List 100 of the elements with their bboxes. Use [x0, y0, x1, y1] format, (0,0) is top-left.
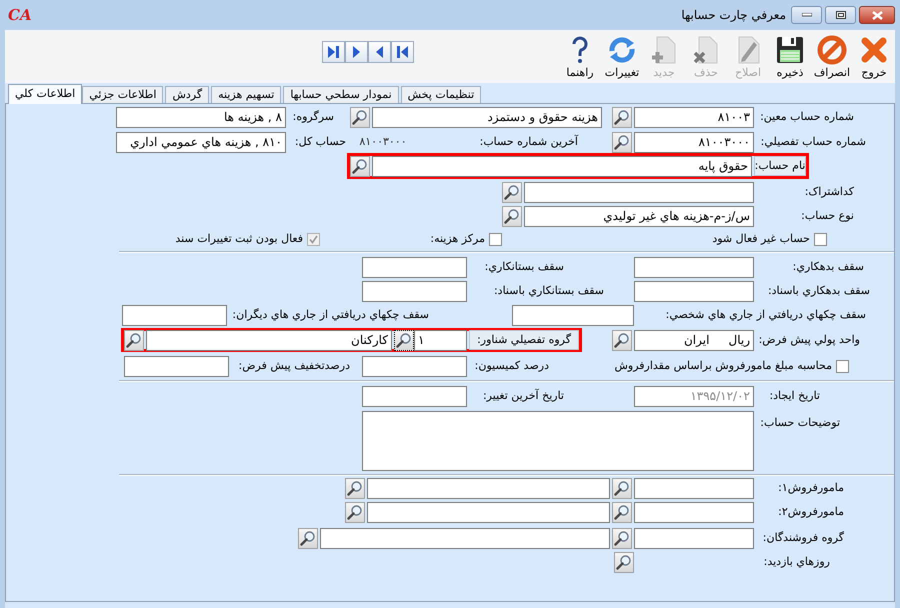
close-button[interactable]	[859, 6, 895, 24]
search-button[interactable]	[612, 502, 632, 522]
label-button[interactable]: نام حساب:	[754, 156, 806, 176]
input-field[interactable]	[362, 386, 467, 406]
search-button[interactable]	[612, 106, 632, 128]
search-button[interactable]	[612, 528, 632, 548]
toolbar-button[interactable]: تغييرات	[601, 30, 643, 83]
input-field[interactable]: ۸۱۰۰۳	[634, 106, 754, 128]
input-field[interactable]	[367, 478, 610, 498]
tab[interactable]: نمودار سطحي حسابها	[283, 86, 399, 103]
input-field[interactable]: س/ز-م-هزينه هاي غير توليدي	[524, 206, 754, 226]
field-label: مامورفروش۱:	[777, 480, 845, 496]
input-field[interactable]: ريال ايران	[634, 330, 754, 350]
toolbar-button[interactable]: خروج	[853, 30, 895, 83]
search-icon	[396, 332, 412, 348]
search-icon	[126, 332, 142, 348]
field-label: سقف چکهاي دريافتي از جاري هاي ديگران:	[231, 306, 429, 323]
checkbox[interactable]	[814, 232, 827, 246]
maximize-icon	[836, 11, 846, 19]
tab[interactable]: گردش	[165, 86, 210, 103]
search-button[interactable]	[614, 552, 634, 572]
input-field[interactable]	[634, 280, 754, 302]
search-button[interactable]	[502, 206, 522, 226]
maximize-button[interactable]	[825, 6, 856, 24]
field-label: آخرين شماره حساب:	[478, 134, 578, 150]
input-field[interactable]	[362, 256, 467, 278]
toolbar-button[interactable]: انصراف	[811, 30, 853, 83]
search-button[interactable]	[350, 106, 370, 128]
field-label: روزهاي بازديد:	[762, 554, 831, 570]
text-area[interactable]	[362, 411, 754, 471]
search-button[interactable]	[298, 528, 318, 548]
field-label: واحد پولي پيش فرض:	[758, 332, 861, 348]
input-field[interactable]	[320, 528, 610, 548]
checkbox-label: مرکز هزينه:	[430, 230, 485, 247]
search-icon	[347, 480, 363, 496]
field-label: سقف بستانکاري:	[484, 258, 564, 275]
no-entry-icon	[816, 34, 848, 66]
toolbar-button[interactable]: ذخيره	[769, 30, 811, 83]
input-field[interactable]: هزينه حقوق و دستمزد	[372, 106, 602, 128]
field-label: شماره حساب معين:	[759, 108, 855, 125]
search-button[interactable]	[345, 502, 365, 522]
search-button[interactable]	[612, 330, 632, 350]
triangle-icon	[328, 46, 339, 58]
field-label: سقف بستانکاري باسناد:	[492, 282, 604, 299]
checkbox[interactable]	[836, 360, 849, 372]
search-icon	[614, 109, 630, 125]
search-icon	[614, 332, 630, 348]
search-button[interactable]	[124, 330, 144, 350]
input-field[interactable]: ۸ , هزينه ها	[116, 106, 286, 128]
field-label: نوع حساب:	[800, 208, 855, 224]
field-label: سقف چکهاي دريافتي از جاري هاي شخصي:	[664, 306, 866, 323]
tab[interactable]: اطلاعات کلي	[8, 84, 82, 104]
input-field[interactable]	[634, 478, 754, 498]
minimize-icon	[802, 13, 812, 17]
input-field[interactable]: ۸۱۰۰۳۰۰۰	[634, 132, 754, 152]
toolbar-button[interactable]: راهنما	[559, 30, 601, 83]
input-field[interactable]	[362, 356, 467, 376]
input-field[interactable]	[122, 304, 227, 326]
search-icon	[352, 158, 368, 174]
input-field[interactable]	[362, 280, 467, 302]
last-record-button[interactable]	[322, 41, 345, 63]
search-button[interactable]	[502, 182, 522, 202]
input-field[interactable]: ۸۱۰ , هزينه هاي عمومي اداري	[116, 132, 286, 152]
next-record-button[interactable]	[345, 41, 368, 63]
account-number: ۸۱۰۰۳۰۰۰	[358, 134, 408, 150]
checkbox-label: حساب غير فعال شود	[712, 230, 810, 247]
search-icon	[504, 184, 520, 200]
label-button[interactable]: گروه تفصيلي شناور:	[469, 330, 579, 350]
input-field[interactable]	[634, 528, 754, 548]
tab[interactable]: تنظيمات پخش	[400, 86, 482, 103]
previous-record-button[interactable]	[368, 41, 391, 63]
search-icon	[352, 109, 368, 125]
search-icon	[347, 504, 363, 520]
input-field[interactable]: کارکنان	[146, 330, 392, 350]
first-record-button[interactable]	[391, 41, 414, 63]
input-field[interactable]	[367, 502, 610, 522]
input-field[interactable]	[524, 182, 754, 202]
tab[interactable]: اطلاعات جزئي	[82, 86, 164, 103]
search-button[interactable]	[394, 330, 414, 350]
input-field[interactable]: حقوق پايه	[372, 156, 752, 176]
triangle-icon	[353, 46, 360, 58]
input-field[interactable]	[124, 356, 229, 376]
search-button[interactable]	[612, 132, 632, 152]
input-field[interactable]	[634, 256, 754, 278]
input-field[interactable]: ۱	[414, 330, 467, 350]
minimize-button[interactable]	[791, 6, 822, 24]
search-button[interactable]	[350, 156, 370, 176]
input-field[interactable]	[634, 502, 754, 522]
search-button[interactable]	[345, 478, 365, 498]
input-field[interactable]	[512, 304, 634, 326]
checkbox[interactable]	[489, 232, 502, 246]
field-label: مامورفروش۲:	[777, 504, 845, 520]
field-label: حساب کل:	[294, 134, 347, 150]
search-button[interactable]	[612, 478, 632, 498]
field-label: سرگروه:	[292, 108, 335, 125]
field-label: شماره حساب تفصيلي:	[760, 134, 867, 150]
tab[interactable]: تسهيم هزينه	[211, 86, 282, 103]
checkbox-label: فعال بودن ثبت تغييرات سند	[175, 230, 303, 247]
search-icon	[300, 530, 316, 546]
field-label: توضيحات حساب:	[759, 415, 841, 431]
